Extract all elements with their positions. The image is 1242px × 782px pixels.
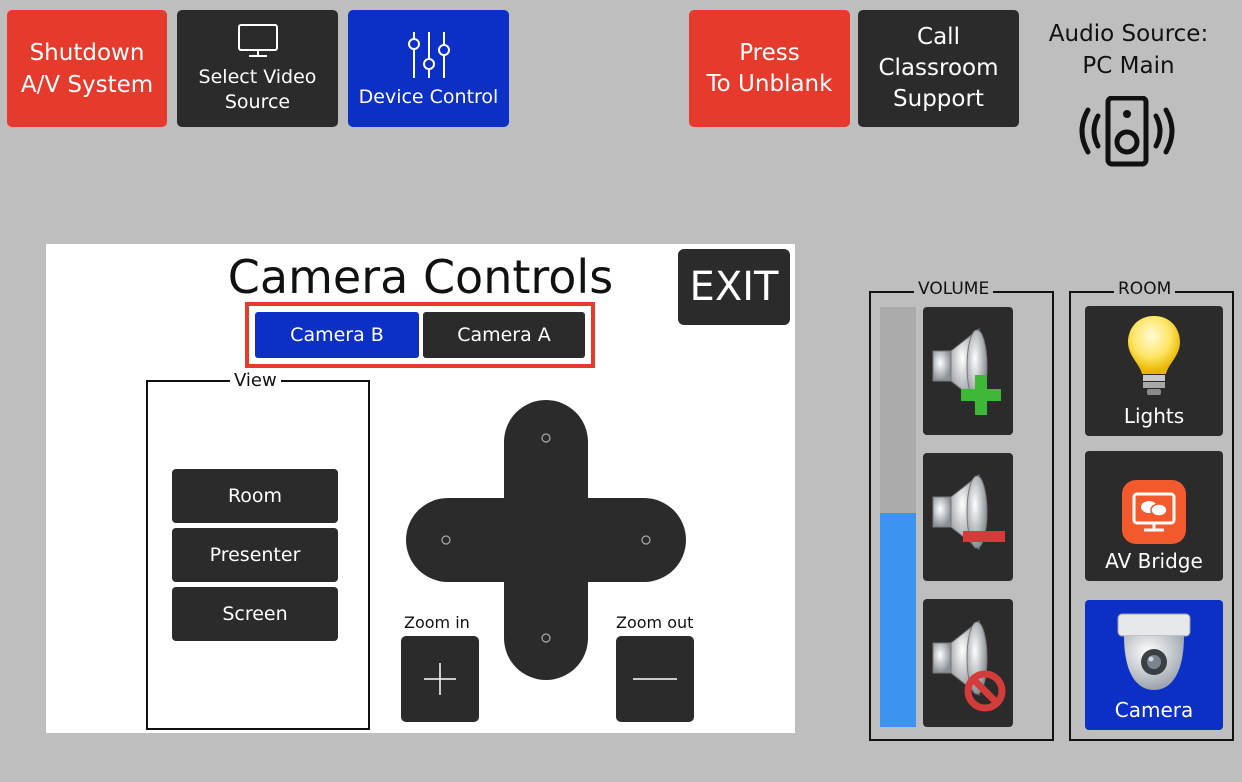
exit-button[interactable]: EXIT	[678, 249, 790, 325]
speaker-icon	[1079, 96, 1175, 167]
speaker-minus-icon	[932, 473, 1005, 551]
view-presenter-button[interactable]: Presenter	[172, 528, 338, 582]
zoom-out-button[interactable]	[616, 636, 694, 722]
device-control-label: Device Control	[358, 85, 499, 108]
shutdown-label-line1: Shutdown	[29, 39, 145, 66]
lights-label: Lights	[1123, 404, 1185, 428]
plus-icon	[424, 663, 456, 695]
room-legend: ROOM	[1114, 279, 1176, 299]
press-to-unblank-button[interactable]: Press To Unblank	[689, 10, 850, 127]
view-legend: View	[230, 370, 281, 391]
dome-camera-icon	[1117, 613, 1191, 690]
camera-selector: Camera B Camera A	[245, 302, 595, 368]
camera-label: Camera	[1114, 698, 1194, 722]
av-bridge-button[interactable]: AV Bridge	[1085, 451, 1223, 581]
av-bridge-icon	[1122, 480, 1186, 544]
call-classroom-support-button[interactable]: Call Classroom Support	[858, 10, 1019, 127]
view-preset-group: View Room Presenter Screen	[146, 370, 370, 730]
speaker-mute-icon	[932, 619, 1006, 712]
view-room-button[interactable]: Room	[172, 469, 338, 523]
volume-down-button[interactable]	[923, 453, 1013, 581]
camera-button[interactable]: Camera	[1085, 600, 1223, 730]
sliders-icon	[407, 31, 450, 78]
unblank-label-line2: To Unblank	[706, 70, 833, 97]
support-label-line3: Support	[893, 86, 984, 112]
lights-button[interactable]: Lights	[1085, 306, 1223, 436]
zoom-out-label: Zoom out	[616, 613, 694, 632]
volume-meter	[880, 307, 916, 727]
device-control-button[interactable]: Device Control	[348, 10, 509, 127]
light-bulb-icon	[1128, 316, 1180, 395]
audio-source-label: Audio Source:	[1048, 21, 1209, 47]
volume-group: VOLUME	[869, 279, 1054, 741]
zoom-in-label: Zoom in	[404, 613, 470, 632]
camera-b-button[interactable]: Camera B	[255, 312, 419, 358]
room-group: ROOM Lights AV Bridge Camera	[1069, 279, 1234, 741]
support-label-line1: Call	[917, 24, 960, 50]
monitor-icon	[237, 23, 278, 57]
camera-controls-panel: Camera Controls EXIT Camera B Camera A V…	[46, 244, 795, 733]
speaker-plus-icon	[932, 327, 1001, 415]
select-video-source-button[interactable]: Select Video Source	[177, 10, 338, 127]
support-label-line2: Classroom	[878, 55, 999, 81]
audio-source-status: Audio Source: PC Main	[1026, 18, 1231, 82]
camera-a-button[interactable]: Camera A	[423, 312, 585, 358]
volume-up-button[interactable]	[923, 307, 1013, 435]
shutdown-label-line2: A/V System	[20, 71, 154, 98]
unblank-label-line1: Press	[739, 39, 800, 66]
av-bridge-label: AV Bridge	[1105, 549, 1203, 573]
select-video-label-line1: Select Video	[198, 65, 317, 88]
zoom-in-button[interactable]	[401, 636, 479, 722]
select-video-label-line2: Source	[224, 90, 291, 113]
mute-button[interactable]	[923, 599, 1013, 727]
volume-level-fill	[880, 512, 916, 727]
audio-source-value: PC Main	[1082, 53, 1175, 79]
minus-icon	[633, 678, 677, 680]
shutdown-av-system-button[interactable]: Shutdown A/V System	[7, 10, 167, 127]
volume-legend: VOLUME	[914, 279, 994, 299]
view-screen-button[interactable]: Screen	[172, 587, 338, 641]
